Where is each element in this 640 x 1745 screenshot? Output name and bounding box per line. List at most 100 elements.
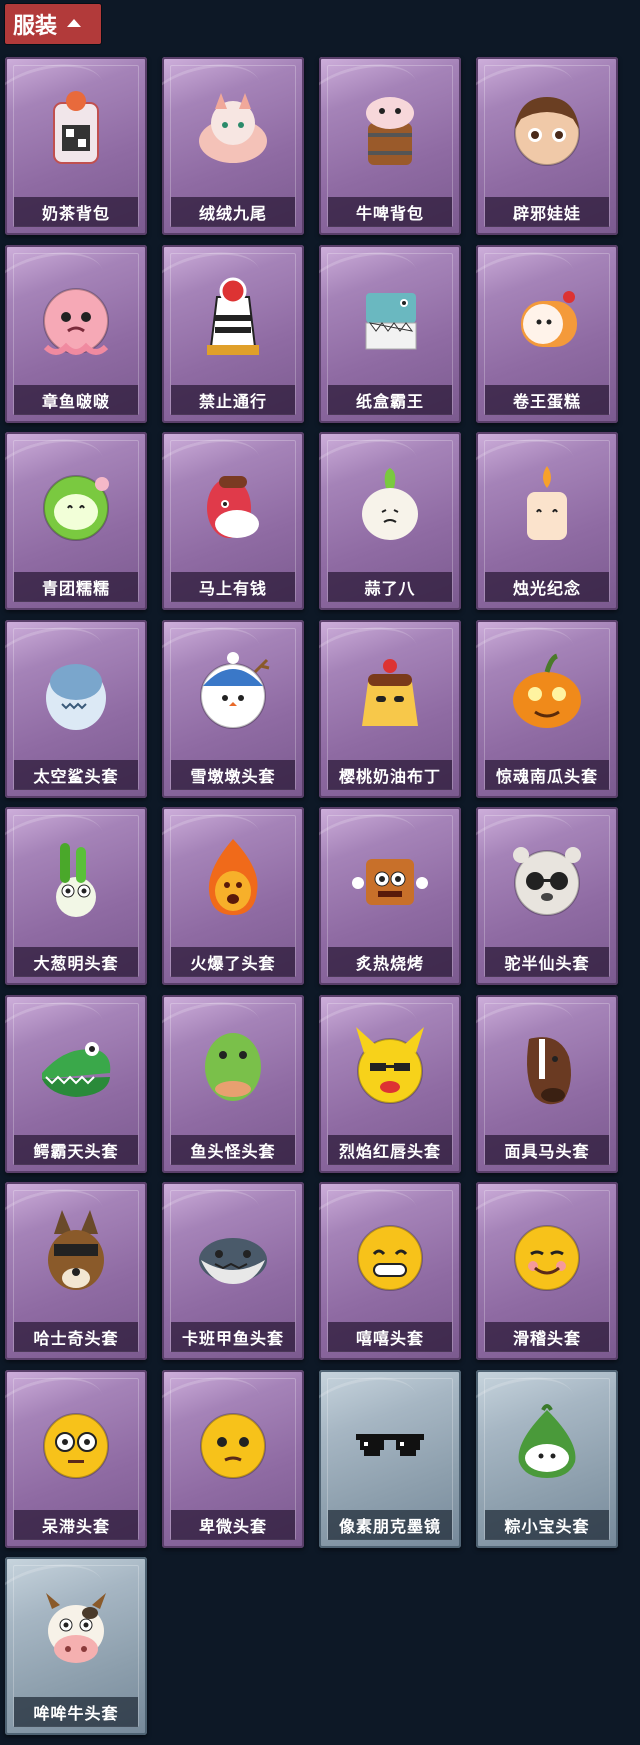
octopus-icon [28, 267, 124, 363]
costume-item-label: 卑微头套 [171, 1509, 295, 1540]
crocodile-head-icon [28, 1017, 124, 1113]
costume-item-card[interactable]: 火爆了头套 [162, 807, 304, 985]
costume-item-label: 牛啤背包 [328, 197, 452, 227]
costume-item-label: 滑稽头套 [485, 1322, 609, 1352]
candle-icon [499, 454, 595, 550]
costume-item-card[interactable]: 雪墩墩头套 [162, 619, 304, 798]
costume-item-label: 青团糯糯 [14, 572, 138, 602]
humble-emoji-head-icon [185, 1392, 281, 1488]
costume-item-card[interactable]: 烈焰红唇头套 [319, 994, 461, 1173]
costume-item-label: 大葱明头套 [14, 947, 138, 977]
costume-item-card[interactable]: 滑稽头套 [476, 1182, 618, 1360]
costume-grid: 奶茶背包 绒绒九尾 牛啤背包 辟邪娃娃章鱼啵啵 禁止通行 纸盒霸王 卷王蛋糕青团糯糯 马上有钱… [5, 57, 635, 1745]
costume-item-label: 呆滞头套 [14, 1509, 138, 1540]
costume-item-label: 炙热烧烤 [328, 947, 452, 977]
costume-item-card[interactable]: 辟邪娃娃 [476, 57, 618, 235]
costume-item-card[interactable]: 卑微头套 [162, 1369, 304, 1548]
costume-item-label: 辟邪娃娃 [485, 197, 609, 227]
costume-item-label: 奶茶背包 [14, 197, 138, 227]
costume-item-card[interactable]: 樱桃奶油布丁 [319, 619, 461, 798]
costume-item-label: 鱼头怪头套 [171, 1134, 295, 1165]
green-dumpling-icon [28, 454, 124, 550]
costume-item-card[interactable]: 奶茶背包 [5, 57, 147, 235]
costume-item-label: 太空鲨头套 [14, 759, 138, 790]
pudding-icon [342, 642, 438, 738]
roll-cake-icon [499, 267, 595, 363]
costume-item-label: 禁止通行 [171, 384, 295, 415]
costume-item-label: 烛光纪念 [485, 572, 609, 602]
costume-item-card[interactable]: 烛光纪念 [476, 432, 618, 610]
costume-item-label: 像素朋克墨镜 [328, 1509, 452, 1540]
no-entry-sign-icon [185, 267, 281, 363]
costume-item-card[interactable]: 绒绒九尾 [162, 57, 304, 235]
costume-item-card[interactable]: 嘻嘻头套 [319, 1182, 461, 1360]
costume-item-label: 惊魂南瓜头套 [485, 759, 609, 790]
costume-item-card[interactable]: 哞哞牛头套 [5, 1557, 147, 1735]
costume-item-label: 嘻嘻头套 [328, 1322, 452, 1352]
fire-head-icon [185, 829, 281, 925]
costume-item-card[interactable]: 青团糯糯 [5, 432, 147, 610]
costume-item-card[interactable]: 太空鲨头套 [5, 619, 147, 798]
scallion-head-icon [28, 829, 124, 925]
garlic-icon [342, 454, 438, 550]
zongzi-head-icon [499, 1392, 595, 1488]
doll-head-icon [499, 79, 595, 175]
cow-head-icon [28, 1579, 124, 1675]
costume-item-card[interactable]: 卡班甲鱼头套 [162, 1182, 304, 1360]
costume-item-card[interactable]: 大葱明头套 [5, 807, 147, 985]
cow-beer-backpack-icon [342, 79, 438, 175]
costume-item-card[interactable]: 粽小宝头套 [476, 1369, 618, 1548]
costume-item-card[interactable]: 章鱼啵啵 [5, 244, 147, 423]
costume-item-card[interactable]: 卷王蛋糕 [476, 244, 618, 423]
fish-head-icon [185, 1017, 281, 1113]
costume-item-card[interactable]: 鱼头怪头套 [162, 994, 304, 1173]
costume-item-label: 樱桃奶油布丁 [328, 759, 452, 790]
costume-item-label: 面具马头套 [485, 1134, 609, 1165]
costume-section-toggle[interactable]: 服装 [5, 4, 101, 44]
milk-tea-backpack-icon [28, 79, 124, 175]
costume-item-card[interactable]: 哈士奇头套 [5, 1182, 147, 1360]
costume-page: 服装 奶茶背包 绒绒九尾 牛啤背包 辟邪娃娃章鱼啵啵 禁止通行 纸盒霸王 卷王蛋糕青团糯糯 马… [0, 0, 640, 1745]
costume-item-label: 马上有钱 [171, 572, 295, 602]
costume-item-label: 哈士奇头套 [14, 1322, 138, 1352]
snowman-head-icon [185, 642, 281, 738]
horse-mask-icon [499, 1017, 595, 1113]
chevron-up-icon [67, 19, 82, 27]
costume-item-card[interactable]: 牛啤背包 [319, 57, 461, 235]
red-horse-icon [185, 454, 281, 550]
cardboard-dinosaur-icon [342, 267, 438, 363]
costume-item-label: 哞哞牛头套 [14, 1697, 138, 1727]
costume-item-label: 卷王蛋糕 [485, 384, 609, 415]
pixel-sunglasses-icon [342, 1392, 438, 1488]
costume-item-card[interactable]: 驼半仙头套 [476, 807, 618, 985]
costume-item-card[interactable]: 像素朋克墨镜 [319, 1369, 461, 1548]
bbq-head-icon [342, 829, 438, 925]
costume-item-label: 粽小宝头套 [485, 1509, 609, 1540]
costume-item-card[interactable]: 蒜了八 [319, 432, 461, 610]
costume-item-label: 火爆了头套 [171, 947, 295, 977]
costume-item-card[interactable]: 炙热烧烤 [319, 807, 461, 985]
dazed-emoji-head-icon [28, 1392, 124, 1488]
grin-emoji-head-icon [342, 1204, 438, 1300]
nine-tailed-fox-icon [185, 79, 281, 175]
costume-item-label: 纸盒霸王 [328, 384, 452, 415]
sunglasses-bear-head-icon [499, 829, 595, 925]
husky-head-icon [28, 1204, 124, 1300]
funny-emoji-head-icon [499, 1204, 595, 1300]
turtle-head-icon [185, 1204, 281, 1300]
costume-item-card[interactable]: 面具马头套 [476, 994, 618, 1173]
costume-item-label: 驼半仙头套 [485, 947, 609, 977]
costume-item-card[interactable]: 马上有钱 [162, 432, 304, 610]
costume-item-card[interactable]: 惊魂南瓜头套 [476, 619, 618, 798]
costume-item-label: 章鱼啵啵 [14, 384, 138, 415]
costume-item-label: 鳄霸天头套 [14, 1134, 138, 1165]
costume-item-card[interactable]: 纸盒霸王 [319, 244, 461, 423]
costume-item-card[interactable]: 禁止通行 [162, 244, 304, 423]
costume-item-card[interactable]: 呆滞头套 [5, 1369, 147, 1548]
yellow-mouse-head-icon [342, 1017, 438, 1113]
costume-item-card[interactable]: 鳄霸天头套 [5, 994, 147, 1173]
costume-item-label: 蒜了八 [328, 572, 452, 602]
costume-item-label: 绒绒九尾 [171, 197, 295, 227]
costume-item-label: 卡班甲鱼头套 [171, 1322, 295, 1352]
space-shark-head-icon [28, 642, 124, 738]
